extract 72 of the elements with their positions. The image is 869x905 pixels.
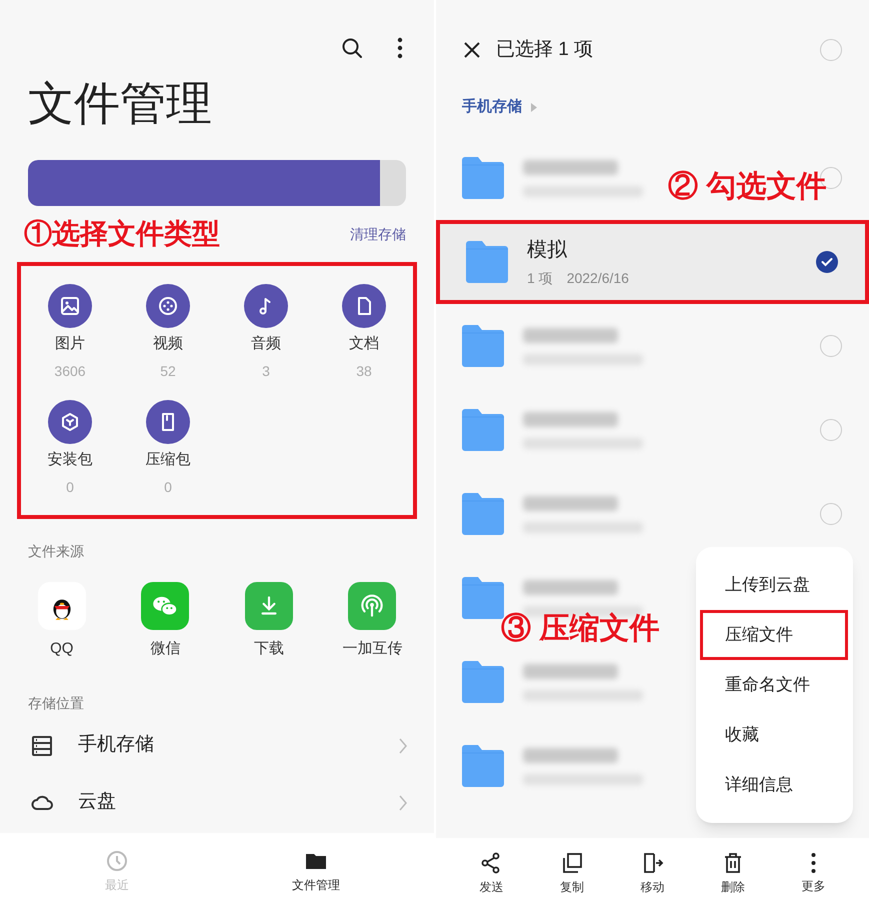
chevron-right-icon <box>398 794 408 812</box>
storage-icon <box>30 734 54 758</box>
category-label[interactable]: 压缩包 <box>146 452 190 467</box>
folder-icon <box>466 241 508 283</box>
film-reel-icon <box>156 294 180 318</box>
menu-item[interactable]: 压缩文件 <box>700 610 848 660</box>
category-count: 0 <box>66 480 74 494</box>
select-checkbox[interactable] <box>820 503 842 525</box>
select-checkbox[interactable] <box>820 419 842 441</box>
toolbar-button[interactable]: 删除 <box>692 838 774 905</box>
source-label[interactable]: 下载 <box>254 641 284 656</box>
category-count: 3 <box>262 364 270 378</box>
page-title: 文件管理 <box>27 80 213 126</box>
source-label[interactable]: 一加互传 <box>342 641 402 656</box>
menu-item[interactable]: 上传到云盘 <box>696 560 853 610</box>
category-icon-background[interactable] <box>48 284 92 328</box>
toolbar-button[interactable]: 发送 <box>451 838 532 905</box>
category-icon-background[interactable] <box>244 284 288 328</box>
more-icon[interactable] <box>396 36 404 60</box>
menu-item[interactable]: 重命名文件 <box>696 660 853 710</box>
toolbar-button[interactable]: 更多 <box>773 838 854 905</box>
annotation-label: ③ 压缩文件 <box>501 614 660 644</box>
category-icon-background[interactable] <box>146 284 190 328</box>
folder-date: 2022/6/16 <box>566 270 629 284</box>
folder-icon <box>462 745 504 787</box>
caret-right-icon <box>531 102 537 112</box>
folder-icon <box>462 409 504 451</box>
folder-icon <box>462 325 504 367</box>
breadcrumb-link[interactable]: 手机存储 <box>462 96 522 118</box>
check-icon <box>821 257 833 267</box>
select-checkbox[interactable] <box>816 251 838 273</box>
folder-name: 模拟 <box>527 240 568 260</box>
folder-item-count: 1 项 <box>527 270 553 284</box>
category-count: 52 <box>160 364 176 378</box>
location-row[interactable]: 云盘 <box>0 774 434 831</box>
chevron-right-icon <box>398 736 408 754</box>
category-icon-background[interactable] <box>48 400 92 444</box>
toolbar-button[interactable]: 复制 <box>532 838 612 905</box>
category-label[interactable]: 安装包 <box>48 452 92 467</box>
image-icon <box>58 294 82 318</box>
source-label[interactable]: 微信 <box>150 641 180 656</box>
category-label[interactable]: 图片 <box>55 336 85 351</box>
category-count: 0 <box>164 480 172 494</box>
more-icon <box>811 852 816 874</box>
category-icon-background[interactable] <box>342 284 386 328</box>
category-label[interactable]: 视频 <box>153 336 183 351</box>
selected-folder-row[interactable]: 模拟 1 项 2022/6/16 <box>436 220 869 304</box>
menu-item[interactable]: 收藏 <box>696 710 853 760</box>
selection-title: 已选择 1 项 <box>496 38 594 62</box>
nav-tab[interactable]: 文件管理 <box>271 833 361 905</box>
section-heading: 文件来源 <box>27 542 85 561</box>
folder-icon <box>462 157 504 199</box>
annotation-label: ①选择文件类型 <box>24 220 220 248</box>
search-icon[interactable] <box>340 36 364 60</box>
location-row[interactable]: 手机存储 <box>0 717 434 774</box>
category-label[interactable]: 音频 <box>251 336 281 351</box>
toolbar-button[interactable]: 移动 <box>612 838 693 905</box>
select-checkbox[interactable] <box>820 335 842 357</box>
category-count: 38 <box>356 364 372 378</box>
clean-storage-link[interactable]: 清理存储 <box>350 224 406 244</box>
source-label[interactable]: QQ <box>50 641 74 656</box>
folder-icon <box>462 661 504 703</box>
select-checkbox[interactable] <box>820 39 842 61</box>
section-heading: 存储位置 <box>27 694 85 713</box>
menu-item[interactable]: 详细信息 <box>696 760 853 810</box>
category-label[interactable]: 文档 <box>349 336 379 351</box>
annotation-label: ② 勾选文件 <box>668 172 826 202</box>
close-icon[interactable] <box>463 41 481 59</box>
clock-icon <box>105 849 129 873</box>
category-icon-background[interactable] <box>146 400 190 444</box>
category-count: 3606 <box>54 364 86 378</box>
folder-icon <box>462 493 504 535</box>
